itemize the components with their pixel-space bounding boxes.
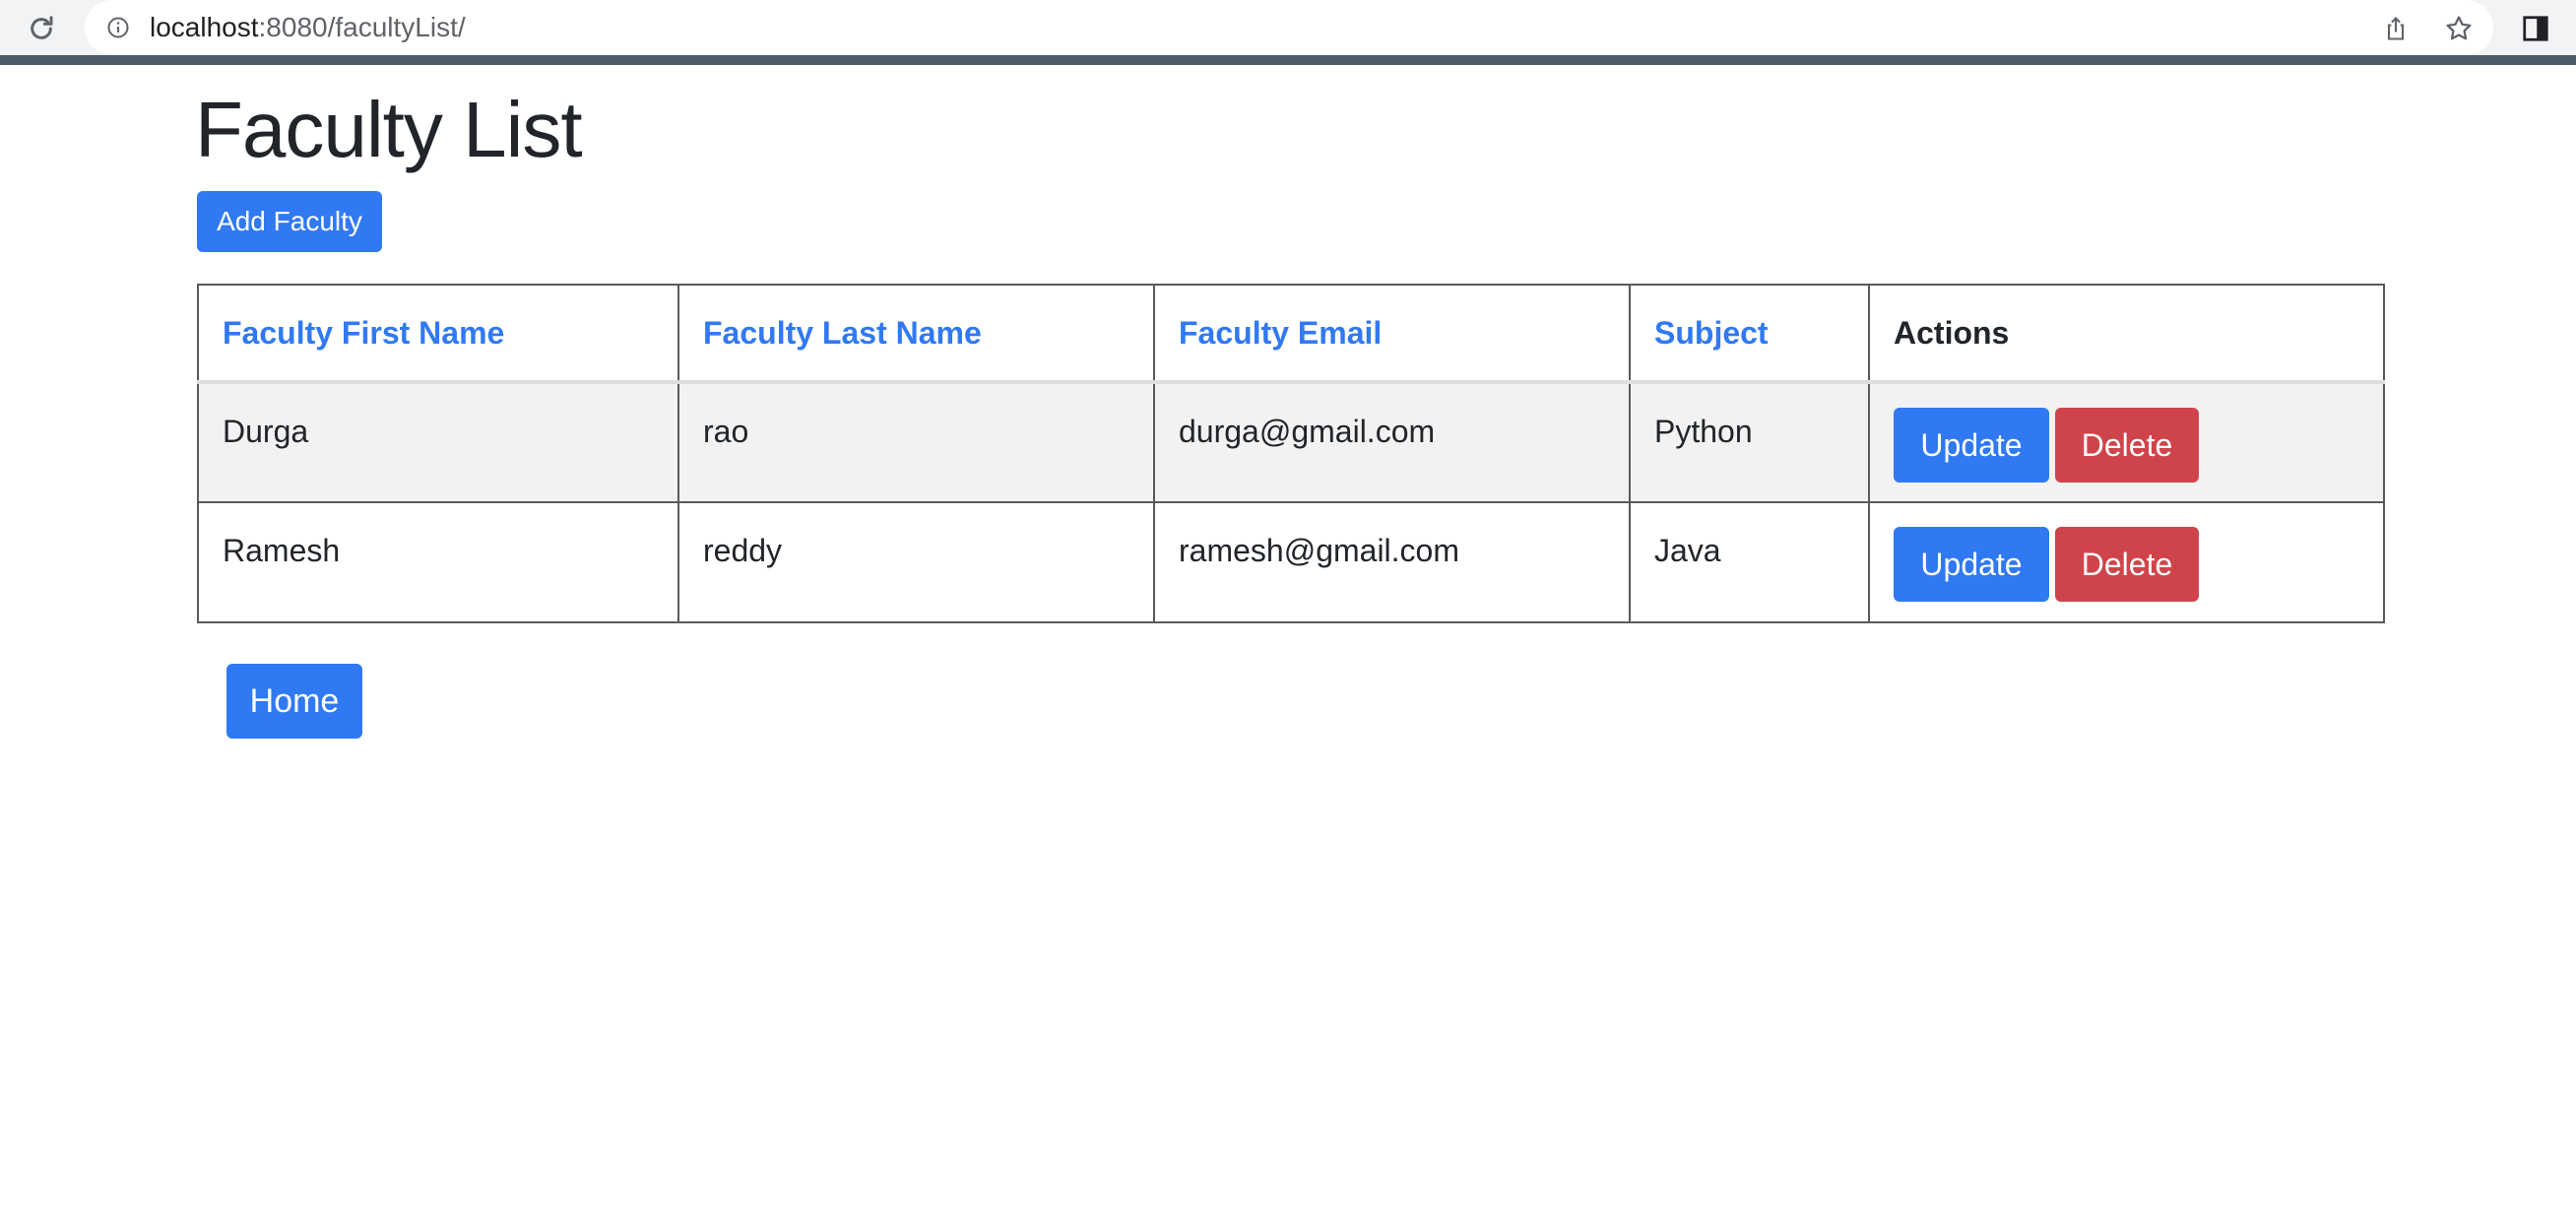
column-header-first-name[interactable]: Faculty First Name [197,284,679,384]
cell-actions: Update Delete [1868,381,2385,503]
star-icon[interactable] [2442,12,2476,45]
url-path: :8080/facultyList/ [258,12,466,42]
cell-last-name: rao [677,381,1155,503]
delete-button[interactable]: Delete [2055,408,2199,483]
column-header-last-name[interactable]: Faculty Last Name [677,284,1155,384]
table-row: Ramesh reddy ramesh@gmail.com Java Updat… [197,501,2385,623]
url-host: localhost [150,12,259,42]
cell-email: durga@gmail.com [1153,381,1631,503]
faculty-table: Faculty First Name Faculty Last Name Fac… [197,284,2385,623]
url-text[interactable]: localhost:8080/facultyList/ [150,10,466,45]
table-header-row: Faculty First Name Faculty Last Name Fac… [197,284,2385,384]
delete-button[interactable]: Delete [2055,527,2199,602]
page-title: Faculty List [195,86,583,173]
cell-last-name: reddy [677,501,1155,623]
column-header-actions: Actions [1868,284,2385,384]
column-header-email[interactable]: Faculty Email [1153,284,1631,384]
column-header-subject[interactable]: Subject [1629,284,1870,384]
cell-subject: Java [1629,501,1870,623]
sidepanel-icon[interactable] [2519,12,2552,45]
browser-toolbar: localhost:8080/facultyList/ [0,0,2576,65]
update-button[interactable]: Update [1894,527,2049,602]
cell-first-name: Ramesh [197,501,679,623]
home-button[interactable]: Home [226,664,362,739]
address-bar[interactable]: localhost:8080/facultyList/ [85,0,2493,55]
reload-icon[interactable] [22,10,61,47]
table-row: Durga rao durga@gmail.com Python Update D… [197,381,2385,503]
cell-first-name: Durga [197,381,679,503]
add-faculty-button[interactable]: Add Faculty [197,191,382,252]
cell-email: ramesh@gmail.com [1153,501,1631,623]
update-button[interactable]: Update [1894,408,2049,483]
info-icon[interactable] [104,14,132,41]
cell-subject: Python [1629,381,1870,503]
share-icon[interactable] [2379,12,2413,45]
cell-actions: Update Delete [1868,501,2385,623]
